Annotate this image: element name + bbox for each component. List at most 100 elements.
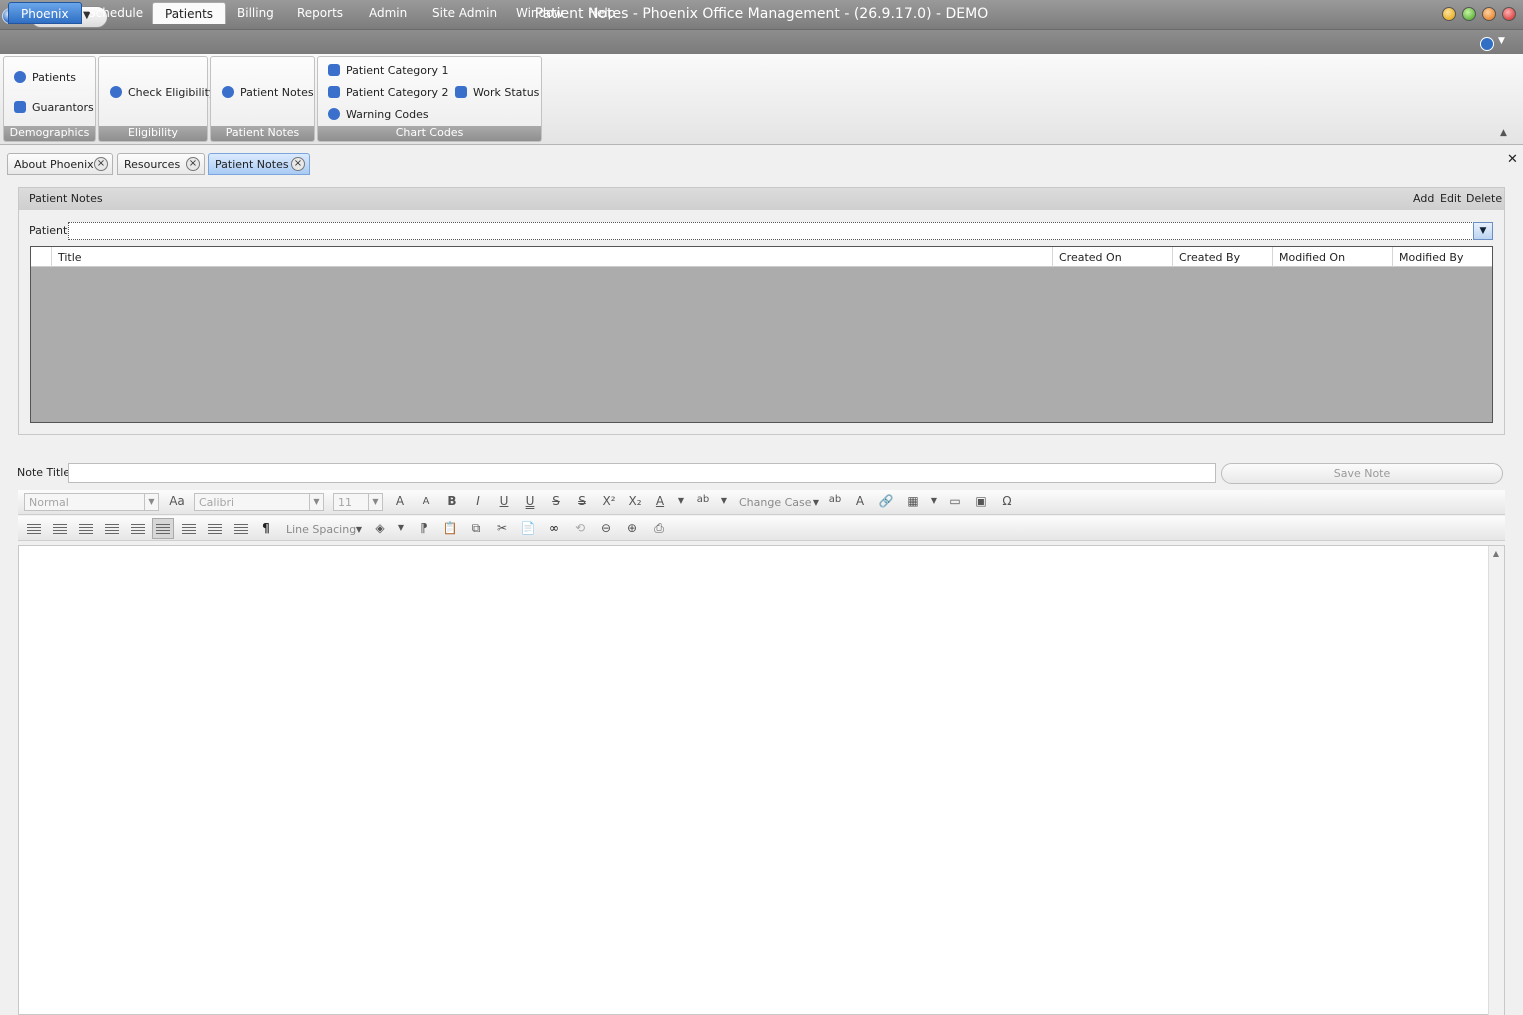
add-button[interactable]: Add	[1413, 192, 1434, 205]
doc-tab-resources[interactable]: Resources ×	[117, 153, 205, 175]
symbol-icon[interactable]: Ω	[998, 494, 1016, 510]
patient-category-2-button[interactable]: Patient Category 2	[328, 83, 449, 101]
chevron-down-icon[interactable]: ▼	[929, 496, 939, 512]
paste-icon[interactable]: 📋	[442, 521, 458, 537]
align-right-icon[interactable]	[208, 524, 222, 535]
decrease-indent-icon[interactable]	[105, 524, 119, 535]
scroll-up-icon[interactable]: ▲	[1488, 546, 1504, 562]
tab-phoenix[interactable]: Phoenix	[8, 2, 82, 24]
notes-grid[interactable]	[30, 246, 1493, 423]
maximize-button[interactable]	[1482, 7, 1496, 21]
print-icon[interactable]: ⎙	[650, 521, 668, 537]
spell-check-icon[interactable]: ab	[826, 494, 844, 510]
italic-icon[interactable]: I	[470, 494, 486, 510]
chevron-down-icon[interactable]: ▼	[676, 496, 686, 512]
warning-codes-button[interactable]: Warning Codes	[328, 105, 429, 123]
hyperlink-icon[interactable]: 🔗	[878, 494, 894, 510]
highlight-icon[interactable]: ab	[694, 494, 712, 510]
column-modified-on[interactable]: Modified On	[1272, 247, 1392, 267]
font-select[interactable]: Calibri ▼	[194, 493, 324, 511]
patient-category-1-button[interactable]: Patient Category 1	[328, 61, 449, 79]
note-editor[interactable]	[18, 545, 1505, 1015]
bullet-list-icon[interactable]	[27, 524, 41, 535]
paste-special-icon[interactable]: 📄	[520, 521, 536, 537]
superscript-icon[interactable]: X²	[600, 494, 618, 510]
copy-icon[interactable]: ⧉	[468, 521, 484, 537]
doc-tab-about-phoenix[interactable]: About Phoenix ×	[7, 153, 113, 175]
collapse-ribbon-icon[interactable]: ▲	[1500, 128, 1507, 138]
increase-indent-icon[interactable]	[131, 524, 145, 535]
help-icon[interactable]	[1480, 37, 1494, 51]
change-case-button[interactable]: Change Case	[739, 496, 812, 509]
grow-font-icon[interactable]: A	[392, 494, 408, 510]
close-tab-icon[interactable]: ×	[291, 157, 305, 171]
tab-reports[interactable]: Reports	[285, 2, 355, 24]
font-size-select[interactable]: 11 ▼	[333, 493, 383, 511]
double-underline-icon[interactable]: U	[522, 494, 538, 510]
minimize-button[interactable]	[1442, 7, 1456, 21]
double-strikethrough-icon[interactable]: S	[574, 494, 590, 510]
insert-image-icon[interactable]: ▭	[946, 494, 964, 510]
font-dialog-icon[interactable]: Aa	[168, 494, 186, 510]
replace-icon[interactable]: ⟲	[572, 521, 588, 537]
table-icon[interactable]: ▦	[904, 494, 922, 510]
underline-icon[interactable]: U	[496, 494, 512, 510]
cut-icon[interactable]: ✂	[494, 521, 510, 537]
delete-button[interactable]: Delete	[1466, 192, 1502, 205]
patients-button[interactable]: Patients	[14, 68, 76, 86]
numbered-list-icon[interactable]	[53, 524, 67, 535]
clear-formatting-icon[interactable]: A	[852, 494, 868, 510]
font-color-icon[interactable]: A	[652, 494, 668, 510]
check-eligibility-button[interactable]: Check Eligibility	[110, 83, 215, 101]
find-icon[interactable]: ∞	[546, 521, 562, 537]
show-formatting-icon[interactable]: ¶	[258, 521, 274, 537]
column-title[interactable]: Title	[51, 247, 1051, 267]
column-created-on[interactable]: Created On	[1052, 247, 1172, 267]
bold-icon[interactable]: B	[444, 494, 460, 510]
align-left-button[interactable]	[152, 518, 174, 539]
chevron-down-icon[interactable]: ▼	[309, 494, 323, 510]
work-status-button[interactable]: Work Status	[455, 83, 539, 101]
column-modified-by[interactable]: Modified By	[1392, 247, 1492, 267]
column-created-by[interactable]: Created By	[1172, 247, 1272, 267]
restore-button[interactable]	[1462, 7, 1476, 21]
line-spacing-button[interactable]: Line Spacing	[286, 523, 356, 536]
save-note-button[interactable]: Save Note	[1221, 463, 1503, 484]
chevron-down-icon[interactable]: ▼	[719, 496, 729, 512]
tab-window[interactable]: Window	[504, 2, 575, 24]
editor-scrollbar[interactable]	[1488, 546, 1504, 1015]
multilevel-list-icon[interactable]	[79, 524, 93, 535]
chevron-down-icon[interactable]: ▼	[396, 523, 406, 539]
shrink-font-icon[interactable]: A	[418, 496, 434, 512]
tab-schedule[interactable]: Schedule	[76, 2, 155, 24]
patient-notes-button[interactable]: Patient Notes	[222, 83, 314, 101]
zoom-in-icon[interactable]: ⊕	[624, 521, 640, 537]
style-select[interactable]: Normal ▼	[24, 493, 159, 511]
shading-icon[interactable]: ◈	[372, 521, 388, 537]
justify-icon[interactable]	[234, 524, 248, 535]
text-box-icon[interactable]: ▣	[972, 494, 990, 510]
tab-admin[interactable]: Admin	[357, 2, 419, 24]
chevron-down-icon[interactable]: ▼	[368, 494, 382, 510]
edit-button[interactable]: Edit	[1440, 192, 1461, 205]
close-tab-icon[interactable]: ×	[186, 157, 200, 171]
chevron-down-icon[interactable]: ▼	[1473, 222, 1493, 240]
zoom-out-icon[interactable]: ⊖	[598, 521, 614, 537]
close-window-button[interactable]	[1502, 7, 1516, 21]
chevron-down-icon[interactable]: ▼	[1498, 36, 1505, 46]
tab-site-admin[interactable]: Site Admin	[420, 2, 509, 24]
strikethrough-icon[interactable]: S	[548, 494, 564, 510]
guarantors-button[interactable]: Guarantors	[14, 98, 94, 116]
tab-help[interactable]: Help	[576, 2, 627, 24]
chevron-down-icon[interactable]: ▼	[811, 498, 821, 514]
chevron-down-icon[interactable]: ▼	[144, 494, 158, 510]
subscript-icon[interactable]: X₂	[626, 494, 644, 510]
chevron-down-icon[interactable]: ▼	[354, 525, 364, 541]
close-all-tabs-icon[interactable]: ✕	[1507, 152, 1518, 167]
paragraph-icon[interactable]: ⁋	[416, 521, 432, 537]
tab-patients[interactable]: Patients	[152, 2, 227, 24]
align-center-icon[interactable]	[182, 524, 196, 535]
close-tab-icon[interactable]: ×	[94, 157, 108, 171]
patient-combo-input[interactable]	[68, 222, 1474, 240]
note-title-input[interactable]	[68, 463, 1216, 483]
